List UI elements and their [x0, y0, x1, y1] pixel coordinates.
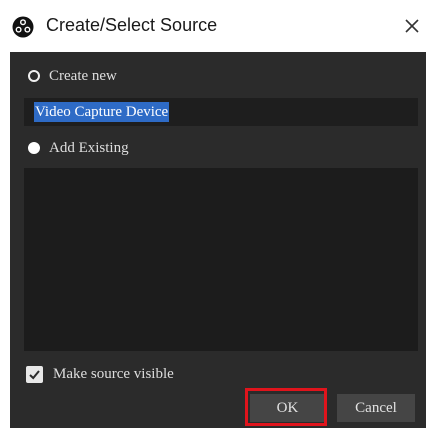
create-select-source-dialog: Create/Select Source Create new Video Ca… — [0, 0, 429, 428]
add-existing-radio[interactable]: Add Existing — [28, 138, 129, 158]
radio-checked-icon — [28, 142, 40, 154]
obs-logo-icon — [12, 16, 34, 38]
cancel-button[interactable]: Cancel — [337, 394, 415, 422]
ok-button[interactable]: OK — [250, 394, 325, 422]
existing-sources-list[interactable] — [24, 168, 418, 351]
create-new-radio[interactable]: Create new — [28, 66, 117, 86]
make-visible-checkbox[interactable]: Make source visible — [26, 364, 174, 384]
make-visible-label: Make source visible — [53, 365, 174, 382]
dialog-body: Create new Video Capture Device Add Exis… — [10, 52, 426, 428]
close-icon — [405, 19, 419, 33]
radio-unchecked-icon — [28, 70, 40, 82]
create-new-label: Create new — [49, 67, 117, 84]
source-name-input[interactable]: Video Capture Device — [24, 98, 418, 126]
add-existing-label: Add Existing — [49, 139, 129, 156]
close-button[interactable] — [398, 12, 426, 40]
title-bar: Create/Select Source — [0, 0, 429, 52]
dialog-title: Create/Select Source — [46, 15, 218, 35]
source-name-text: Video Capture Device — [34, 102, 170, 122]
checkbox-checked-icon — [26, 365, 43, 383]
